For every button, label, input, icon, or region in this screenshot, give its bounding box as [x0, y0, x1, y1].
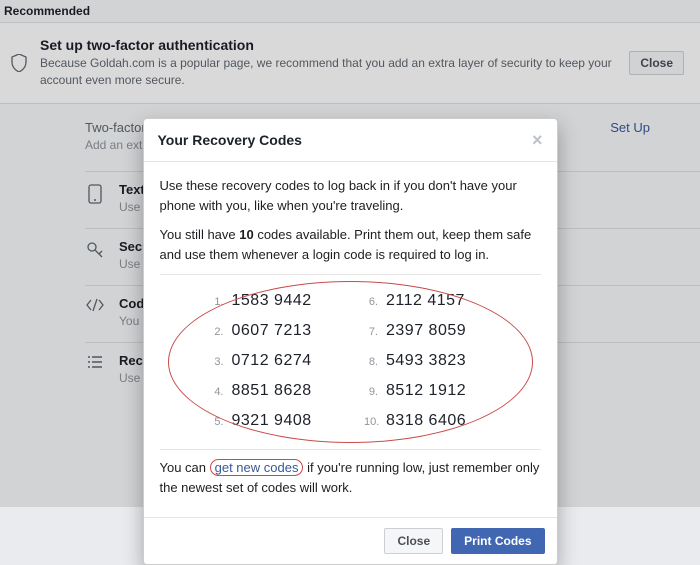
recovery-code: 8.5493 3823 — [364, 349, 491, 373]
close-icon[interactable]: × — [532, 131, 543, 149]
modal-count: You still have 10 codes available. Print… — [160, 225, 541, 264]
modal-overlay: Your Recovery Codes × Use these recovery… — [0, 0, 700, 507]
recovery-code: 1.1583 9442 — [210, 289, 337, 313]
modal-close-button[interactable]: Close — [384, 528, 443, 554]
recovery-code: 6.2112 4157 — [364, 289, 491, 313]
recovery-code: 2.0607 7213 — [210, 319, 337, 343]
recovery-code: 7.2397 8059 — [364, 319, 491, 343]
print-codes-button[interactable]: Print Codes — [451, 528, 544, 554]
recovery-code: 9.8512 1912 — [364, 379, 491, 403]
recovery-code: 5.9321 9408 — [210, 409, 337, 433]
recovery-code: 4.8851 8628 — [210, 379, 337, 403]
modal-title: Your Recovery Codes — [158, 132, 302, 148]
modal-getnew: You can get new codes if you're running … — [160, 458, 541, 497]
recovery-code: 10.8318 6406 — [364, 409, 491, 433]
codes-block: 1.1583 9442 6.2112 4157 2.0607 7213 7.2397 … — [160, 274, 541, 450]
recovery-code: 3.0712 6274 — [210, 349, 337, 373]
recovery-codes-modal: Your Recovery Codes × Use these recovery… — [143, 118, 558, 565]
modal-intro: Use these recovery codes to log back in … — [160, 176, 541, 215]
get-new-codes-link[interactable]: get new codes — [210, 459, 304, 476]
